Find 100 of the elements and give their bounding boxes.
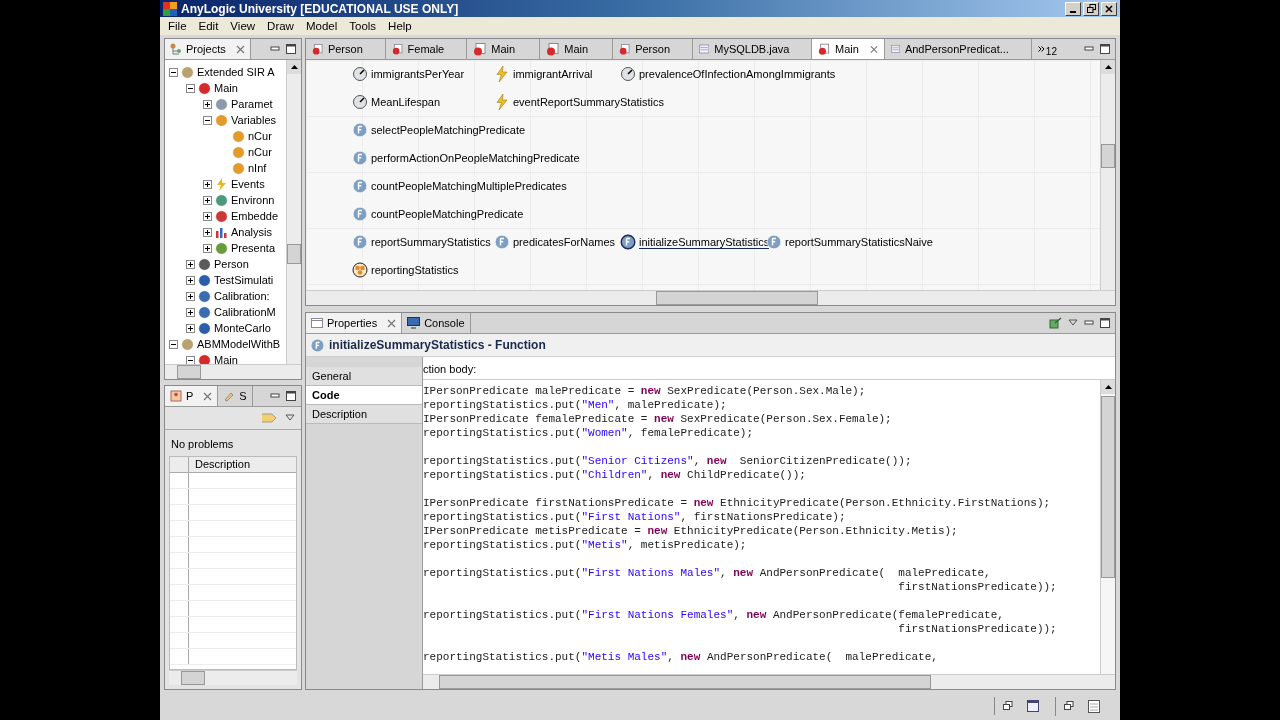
expand-icon[interactable]: [203, 195, 212, 205]
editor-tab[interactable]: Person: [306, 39, 386, 59]
tree-item[interactable]: ABMModelWithB: [165, 336, 286, 352]
menu-item[interactable]: Help: [382, 20, 418, 32]
editor-tab[interactable]: Main: [467, 39, 541, 59]
collapse-icon[interactable]: [169, 339, 178, 349]
vertical-scrollbar[interactable]: [286, 60, 301, 364]
canvas-element[interactable]: predicatesForNames: [494, 234, 616, 250]
tree-item[interactable]: TestSimulati: [165, 272, 286, 288]
tree-item[interactable]: Main: [165, 80, 286, 96]
close-icon[interactable]: [387, 318, 397, 328]
vertical-scrollbar[interactable]: [1100, 380, 1115, 674]
document-icon[interactable]: [1088, 699, 1100, 713]
tree-item[interactable]: Environn: [165, 192, 286, 208]
minimize-icon[interactable]: [270, 44, 280, 54]
section-tab[interactable]: General: [306, 367, 422, 386]
menu-item[interactable]: Draw: [261, 20, 300, 32]
menu-item[interactable]: View: [224, 20, 262, 32]
collapse-icon[interactable]: [203, 115, 212, 125]
code-editor[interactable]: IPersonPredicate malePredicate = new SexPredicate(Person.Sex.Male); reportingStatistics.put("Men", malePredicate); IPersonPredicate femalePredicate = new SexPredicate(Person.Sex.Female); reportingStatistics.put("Women", femalePredicate); reportingStatistics.put("Senior Citizens", new SeniorCitizenPredicate()); reportingStatistics.put("Children", new ChildPredicate()); IPersonPredicate firstNationsPredicate = new EthnicityPredicate(Person.Ethnicity.FirstNations); reportingStatistics.put("First Nations", firstNationsPredicate); IPersonPredicate metisPredicate = new EthnicityPredicate(Person.Ethnicity.Metis); reportingStatistics.put("Metis", metisPredicate); reportingStatistics.put("First Nations Males", new AndPersonPredicate( malePredicate, firstNationsPredicate)); reportingStatistics.put("First Nations Females", new AndPersonPredicate(femalePredicate, firstNationsPredicate)); reportingStatistics.put("Metis Males", new AndPersonPredicate( malePredicate,: [423, 380, 1100, 674]
tree-item[interactable]: Calibration:: [165, 288, 286, 304]
tree-item[interactable]: nInf: [165, 160, 286, 176]
tree-item[interactable]: MonteCarlo: [165, 320, 286, 336]
canvas-element[interactable]: MeanLifespan: [352, 94, 441, 110]
restore-button[interactable]: [1083, 1, 1099, 16]
canvas-element[interactable]: initializeSummaryStatistics: [620, 234, 770, 250]
scroll-up-icon[interactable]: [1104, 385, 1112, 389]
expand-icon[interactable]: [186, 259, 195, 269]
minimize-icon[interactable]: [270, 391, 280, 401]
expand-icon[interactable]: [203, 243, 212, 253]
scrollbar-thumb[interactable]: [287, 244, 301, 264]
close-button[interactable]: [1101, 1, 1117, 16]
maximize-icon[interactable]: [1100, 44, 1110, 54]
menu-item[interactable]: Tools: [343, 20, 383, 32]
dropdown-icon[interactable]: [285, 414, 295, 422]
editor-tab[interactable]: Main: [812, 39, 885, 59]
canvas-element[interactable]: performActionOnPeopleMatchingPredicate: [352, 150, 580, 166]
expand-icon[interactable]: [203, 211, 212, 221]
view-tab[interactable]: Console: [402, 313, 471, 333]
close-icon[interactable]: [869, 44, 878, 54]
tree-item[interactable]: Paramet: [165, 96, 286, 112]
maximize-icon[interactable]: [286, 391, 296, 401]
scroll-up-icon[interactable]: [1104, 65, 1112, 69]
editor-tab[interactable]: AndPersonPredicat...: [884, 39, 1032, 59]
maximize-icon[interactable]: [1100, 318, 1110, 328]
tree-item[interactable]: CalibrationM: [165, 304, 286, 320]
close-icon[interactable]: [203, 391, 213, 401]
expand-icon[interactable]: [203, 227, 212, 237]
scrollbar-thumb[interactable]: [1101, 396, 1115, 578]
dropdown-icon[interactable]: [1068, 319, 1078, 327]
expand-icon[interactable]: [186, 291, 195, 301]
canvas-element[interactable]: countPeopleMatchingPredicate: [352, 206, 524, 222]
canvas-element[interactable]: prevalenceOfInfectionAmongImmigrants: [620, 66, 836, 82]
menu-item[interactable]: File: [162, 20, 193, 32]
section-tab[interactable]: Code: [306, 386, 422, 405]
expand-icon[interactable]: [203, 99, 212, 109]
expand-icon[interactable]: [186, 307, 195, 317]
collapse-icon[interactable]: [186, 83, 195, 93]
view-tab[interactable]: S: [218, 386, 253, 406]
tree-item[interactable]: Variables: [165, 112, 286, 128]
minimize-icon[interactable]: [1084, 44, 1094, 54]
canvas-element[interactable]: immigrantsPerYear: [352, 66, 465, 82]
canvas-element[interactable]: eventReportSummaryStatistics: [494, 94, 664, 110]
canvas-element[interactable]: reportingStatistics: [352, 262, 459, 278]
scrollbar-thumb[interactable]: [1101, 144, 1115, 168]
expand-icon[interactable]: [186, 275, 195, 285]
view-tab[interactable]: Properties: [306, 313, 403, 333]
canvas-element[interactable]: selectPeopleMatchingPredicate: [352, 122, 526, 138]
tree-item[interactable]: Person: [165, 256, 286, 272]
canvas-element[interactable]: countPeopleMatchingMultiplePredicates: [352, 178, 567, 194]
tree-item[interactable]: Embedde: [165, 208, 286, 224]
canvas-element[interactable]: immigrantArrival: [494, 66, 593, 82]
editor-tab[interactable]: Female: [385, 39, 468, 59]
pin-icon[interactable]: [1049, 317, 1062, 329]
scroll-up-icon[interactable]: [290, 65, 298, 69]
tree-item[interactable]: Main: [165, 352, 286, 364]
editor-tab[interactable]: Person: [613, 39, 693, 59]
tree-item[interactable]: nCur: [165, 128, 286, 144]
collapse-icon[interactable]: [169, 67, 178, 77]
horizontal-scrollbar[interactable]: [165, 364, 301, 379]
maximize-icon[interactable]: [1027, 700, 1039, 712]
restore-icon[interactable]: [1003, 701, 1013, 711]
horizontal-scrollbar[interactable]: [423, 674, 1115, 689]
projects-tab[interactable]: Projects: [165, 39, 251, 59]
horizontal-scrollbar[interactable]: [169, 670, 297, 685]
expand-icon[interactable]: [203, 179, 212, 189]
tree-item[interactable]: nCur: [165, 144, 286, 160]
tree-item[interactable]: Presenta: [165, 240, 286, 256]
tree-item[interactable]: Extended SIR A: [165, 64, 286, 80]
horizontal-scrollbar[interactable]: [306, 290, 1115, 305]
view-tab[interactable]: P: [165, 386, 219, 406]
restore-icon[interactable]: [1064, 701, 1074, 711]
minimize-icon[interactable]: [1084, 318, 1094, 328]
menu-item[interactable]: Model: [299, 20, 344, 32]
vertical-scrollbar[interactable]: [1100, 60, 1115, 290]
minimize-button[interactable]: [1065, 1, 1081, 16]
expand-icon[interactable]: [186, 323, 195, 333]
tab-overflow-button[interactable]: 12: [1031, 39, 1079, 59]
tree-item[interactable]: Events: [165, 176, 286, 192]
close-icon[interactable]: [235, 44, 245, 54]
